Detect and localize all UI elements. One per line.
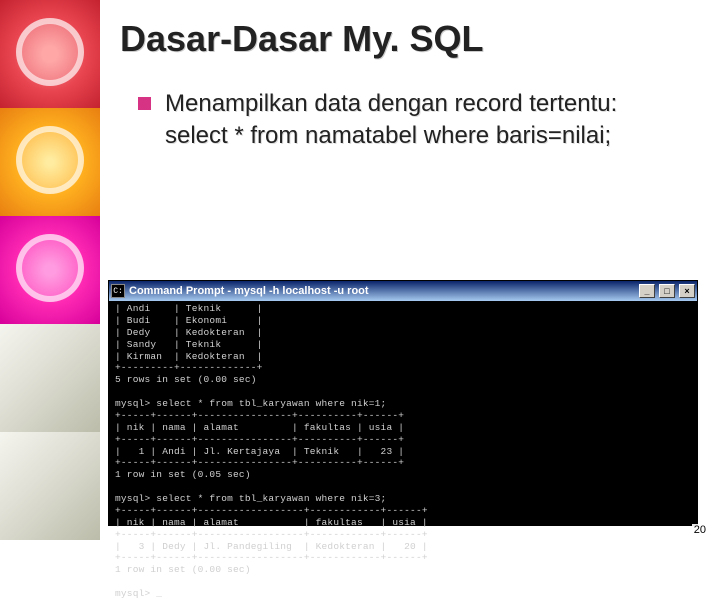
tile-paper-stack [0,324,100,432]
page-number: 20 [692,524,708,536]
bullet-heading: Menampilkan data dengan record tertentu: [165,90,617,117]
cmd-icon: C: [111,284,125,298]
command-prompt-window: C: Command Prompt - mysql -h localhost -… [108,280,698,526]
tile-clock-red [0,0,100,108]
window-titlebar[interactable]: C: Command Prompt - mysql -h localhost -… [109,281,697,301]
maximize-button[interactable]: □ [659,284,675,298]
decorative-sidebar [0,0,100,540]
slide-content: Dasar-Dasar My. SQL Menampilkan data den… [120,18,700,167]
terminal-output: | Andi | Teknik | | Budi | Ekonomi | | D… [109,301,697,602]
tile-paper-stack [0,432,100,540]
bullet-text: Menampilkan data dengan record tertentu:… [165,88,617,153]
bullet-code: select * from namatabel where baris=nila… [165,122,611,149]
tile-clock-orange [0,108,100,216]
bullet-marker-icon [138,97,151,110]
tile-clock-pink [0,216,100,324]
minimize-button[interactable]: _ [639,284,655,298]
bullet-item: Menampilkan data dengan record tertentu:… [138,88,700,153]
slide-title: Dasar-Dasar My. SQL [120,18,700,60]
window-title: Command Prompt - mysql -h localhost -u r… [129,285,635,297]
close-button[interactable]: × [679,284,695,298]
